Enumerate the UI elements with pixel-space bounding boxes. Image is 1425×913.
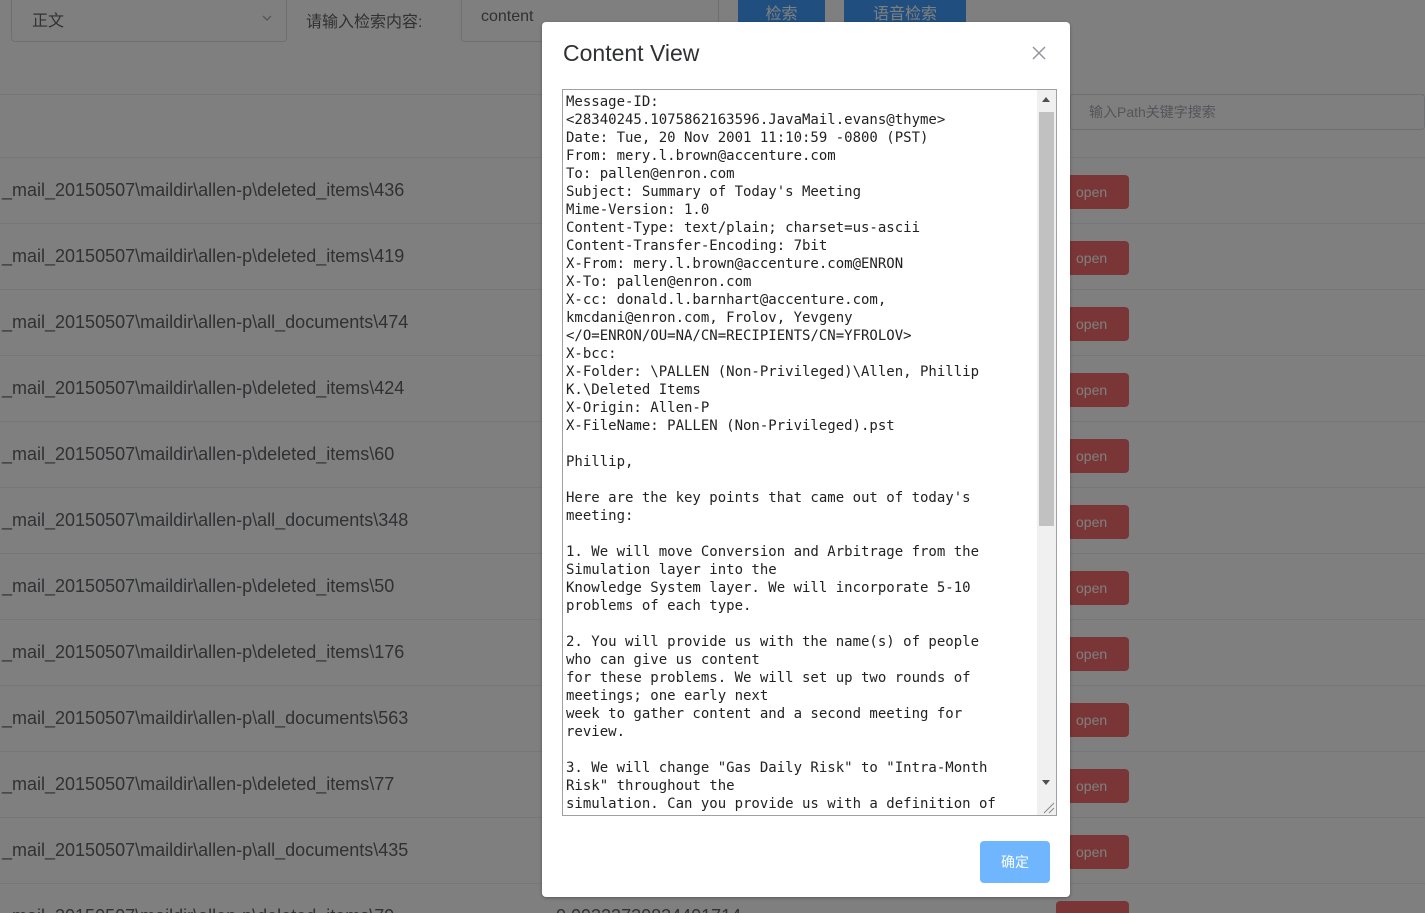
content-textarea[interactable]: Message-ID: <28340245.1075862163596.Java… <box>562 89 1057 816</box>
scroll-down-arrow-icon[interactable] <box>1042 780 1050 785</box>
scrollbar[interactable] <box>1037 90 1056 815</box>
content-view-dialog: Content View Message-ID: <28340245.10758… <box>542 22 1070 897</box>
scroll-thumb[interactable] <box>1039 112 1054 526</box>
confirm-button[interactable]: 确定 <box>980 841 1050 883</box>
email-content: Message-ID: <28340245.1075862163596.Java… <box>566 94 996 812</box>
close-icon[interactable] <box>1030 44 1048 62</box>
scroll-up-arrow-icon[interactable] <box>1042 97 1050 102</box>
dialog-title: Content View <box>563 40 700 66</box>
resize-grip-icon[interactable] <box>1041 800 1055 814</box>
